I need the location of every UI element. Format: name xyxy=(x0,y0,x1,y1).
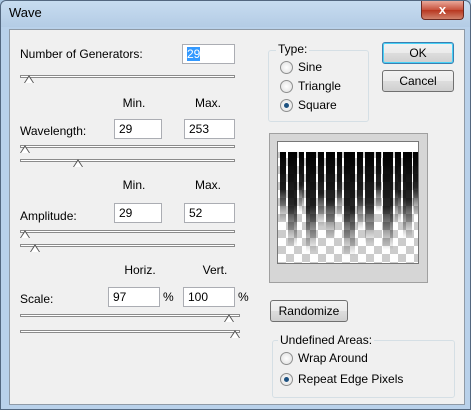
undefined-areas-group xyxy=(272,340,455,398)
type-radio-triangle[interactable] xyxy=(280,80,293,93)
amplitude-min-input[interactable]: 29 xyxy=(114,203,162,223)
dialog-body: Number of Generators: 29 Min. Max. Wavel… xyxy=(9,29,465,405)
scale-vert-thumb[interactable] xyxy=(230,330,240,338)
scale-vert-unit: % xyxy=(238,290,249,304)
undefined-areas-label-repeat-edge-pixels[interactable]: Repeat Edge Pixels xyxy=(298,372,403,386)
close-icon[interactable]: x xyxy=(421,1,464,20)
scale-vert-slider[interactable] xyxy=(20,330,240,333)
generators-value: 29 xyxy=(187,47,201,61)
undefined-areas-radio-wrap-around[interactable] xyxy=(280,352,293,365)
horiz-header: Horiz. xyxy=(124,263,156,277)
title-bar[interactable]: Wave x xyxy=(1,1,470,27)
wave-preview-image[interactable] xyxy=(277,141,419,264)
amplitude-label: Amplitude: xyxy=(20,209,77,223)
wavelength-max-thumb[interactable] xyxy=(73,159,84,167)
scale-vert-input[interactable]: 100 xyxy=(183,287,235,307)
undefined-areas-label-wrap-around[interactable]: Wrap Around xyxy=(298,351,368,365)
type-radio-sine[interactable] xyxy=(280,61,293,74)
amplitude-max-thumb[interactable] xyxy=(30,244,41,252)
max-header: Max. xyxy=(194,96,221,110)
min-header: Min. xyxy=(122,96,146,110)
undefined-areas-title: Undefined Areas: xyxy=(278,333,375,347)
scale-label: Scale: xyxy=(20,292,54,306)
amplitude-max-input[interactable]: 52 xyxy=(184,203,235,223)
generators-input[interactable]: 29 xyxy=(182,44,235,64)
generators-label: Number of Generators: xyxy=(20,47,143,61)
randomize-button[interactable]: Randomize xyxy=(270,300,348,322)
generators-slider-thumb[interactable] xyxy=(24,75,35,83)
type-label-triangle[interactable]: Triangle xyxy=(298,79,341,93)
wavelength-min-input[interactable]: 29 xyxy=(114,119,162,139)
wavelength-max-input[interactable]: 253 xyxy=(184,119,235,139)
min-header-2: Min. xyxy=(122,178,146,192)
wavelength-min-thumb[interactable] xyxy=(20,145,30,153)
scale-horiz-thumb[interactable] xyxy=(223,314,234,322)
wavelength-max-slider[interactable] xyxy=(20,159,235,162)
window-title: Wave xyxy=(9,5,42,20)
wavelength-label: Wavelength: xyxy=(20,124,87,138)
vert-header: Vert. xyxy=(202,263,228,277)
ok-button[interactable]: OK xyxy=(382,42,454,64)
amplitude-min-slider[interactable] xyxy=(20,230,235,233)
undefined-areas-radio-repeat-edge-pixels[interactable] xyxy=(280,373,293,386)
type-group-title: Type: xyxy=(276,42,310,56)
type-label-square[interactable]: Square xyxy=(298,98,337,112)
wave-preview-graphic xyxy=(278,142,418,256)
wavelength-min-slider[interactable] xyxy=(20,145,235,148)
generators-slider[interactable] xyxy=(20,75,235,78)
cancel-button[interactable]: Cancel xyxy=(382,70,454,92)
amplitude-min-thumb[interactable] xyxy=(20,230,30,238)
type-label-sine[interactable]: Sine xyxy=(298,60,322,74)
scale-horiz-slider[interactable] xyxy=(20,314,240,317)
scale-horiz-input[interactable]: 97 xyxy=(108,287,160,307)
amplitude-max-slider[interactable] xyxy=(20,244,235,247)
max-header-2: Max. xyxy=(194,178,221,192)
preview-panel xyxy=(269,133,428,283)
type-radio-square[interactable] xyxy=(280,99,293,112)
wave-dialog: Wave x Number of Generators: 29 Min. Max… xyxy=(0,0,471,410)
scale-horiz-unit: % xyxy=(163,290,174,304)
